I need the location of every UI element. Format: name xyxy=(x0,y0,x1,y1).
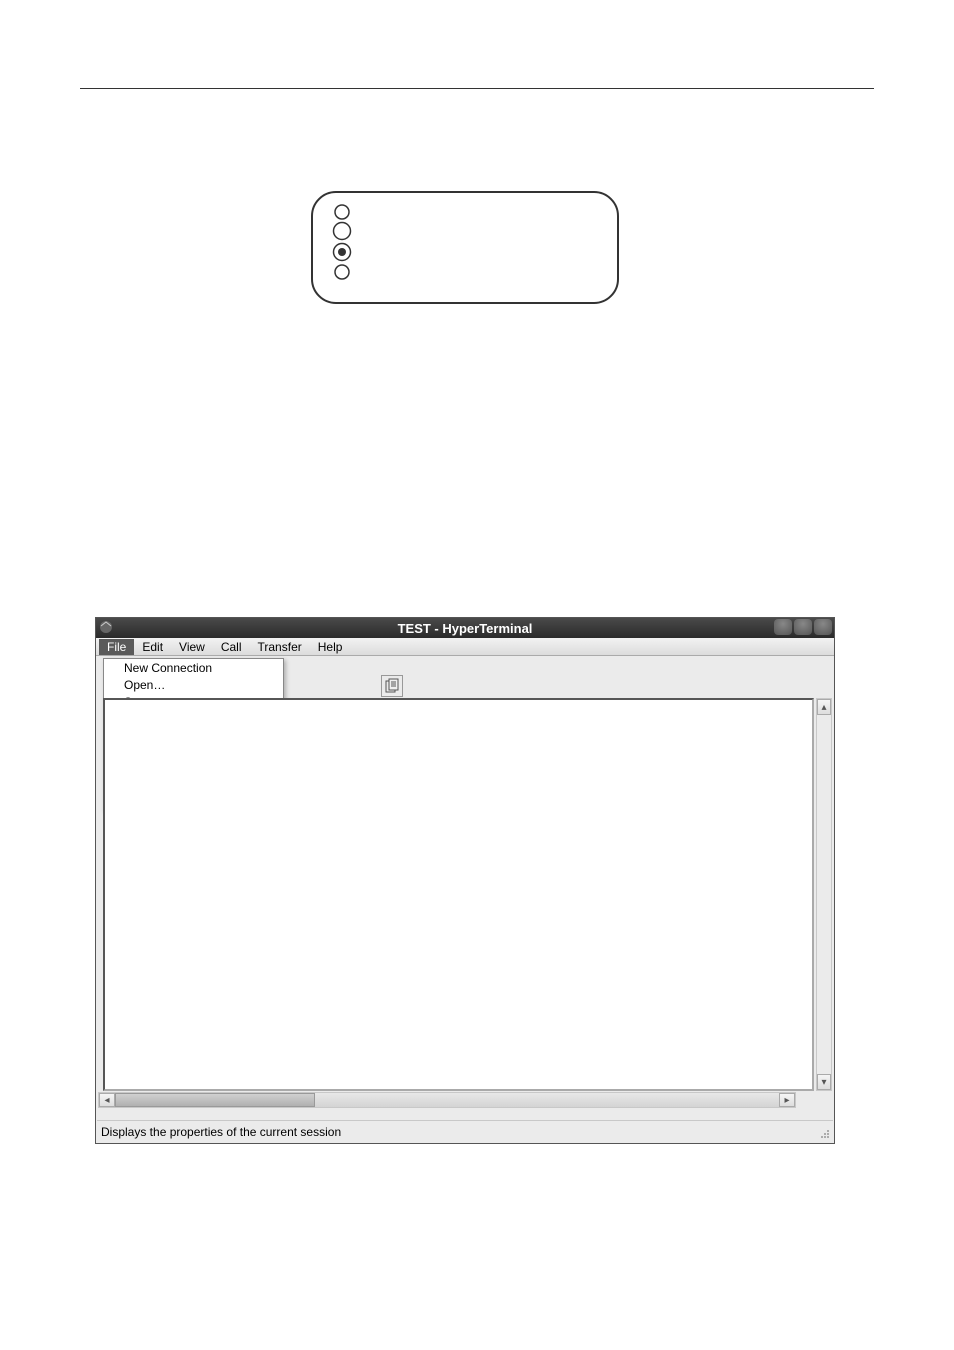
menu-view[interactable]: View xyxy=(171,639,213,655)
statusbar-text: Displays the properties of the current s… xyxy=(101,1125,341,1139)
titlebar[interactable]: TEST - HyperTerminal xyxy=(96,618,834,638)
minimize-button[interactable] xyxy=(774,619,792,635)
statusbar: Displays the properties of the current s… xyxy=(97,1120,833,1142)
menu-transfer[interactable]: Transfer xyxy=(250,639,310,655)
scroll-up-icon[interactable]: ▴ xyxy=(817,699,831,715)
app-icon xyxy=(98,619,114,635)
menu-edit[interactable]: Edit xyxy=(134,639,171,655)
menu-help[interactable]: Help xyxy=(310,639,351,655)
window-title: TEST - HyperTerminal xyxy=(398,621,533,636)
scroll-right-icon[interactable]: ▸ xyxy=(779,1093,795,1107)
scroll-left-icon[interactable]: ◂ xyxy=(99,1093,115,1107)
close-button[interactable] xyxy=(814,619,832,635)
file-menu-new-connection[interactable]: New Connection xyxy=(104,659,283,676)
hyperterminal-window: TEST - HyperTerminal File Edit View Call… xyxy=(95,617,835,1144)
menu-call[interactable]: Call xyxy=(213,639,250,655)
device-diagram xyxy=(310,190,620,305)
scroll-down-icon[interactable]: ▾ xyxy=(817,1074,831,1090)
menu-file[interactable]: File xyxy=(99,639,134,655)
menubar: File Edit View Call Transfer Help xyxy=(96,638,834,656)
horizontal-scrollbar[interactable]: ◂ ▸ xyxy=(98,1092,796,1108)
terminal-area[interactable] xyxy=(103,698,814,1091)
vertical-scrollbar[interactable]: ▴ ▾ xyxy=(816,698,832,1091)
resize-grip-icon[interactable] xyxy=(817,1126,831,1140)
hscroll-track[interactable] xyxy=(115,1093,779,1107)
menu-item-label: Open… xyxy=(124,678,165,692)
hscroll-thumb[interactable] xyxy=(115,1093,315,1107)
page-header-rule xyxy=(80,88,874,89)
maximize-button[interactable] xyxy=(794,619,812,635)
menu-item-label: New Connection xyxy=(124,661,212,675)
toolbar-properties-icon[interactable] xyxy=(381,675,403,697)
file-menu-open[interactable]: Open… xyxy=(104,676,283,693)
